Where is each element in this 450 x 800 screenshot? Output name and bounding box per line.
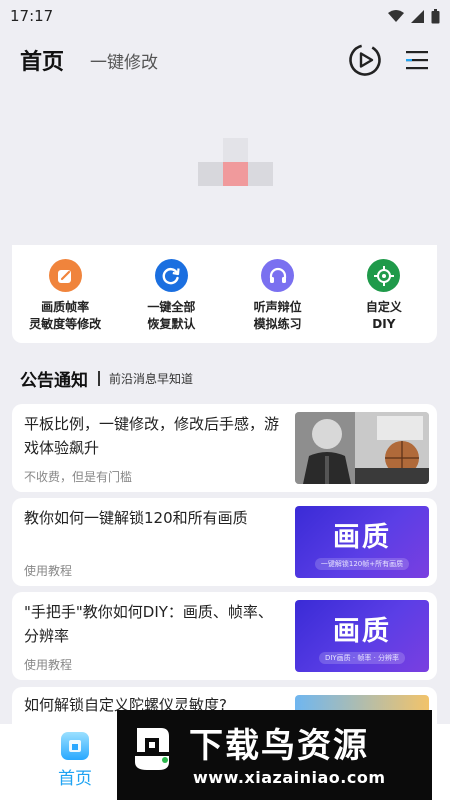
article-subtitle: 使用教程 (24, 564, 73, 578)
nav-home[interactable]: 首页 (50, 732, 100, 789)
crosshair-icon (367, 259, 401, 292)
notice-title: 公告通知 (20, 371, 88, 391)
tool-sound-practice[interactable]: 听声辩位 模拟练习 (228, 259, 328, 333)
article-card[interactable]: 教你如何一键解锁120和所有画质 使用教程 画质 一键解锁120帧+所有画质 (12, 498, 437, 586)
tool-reset-default[interactable]: 一键全部 恢复默认 (121, 259, 221, 333)
battery-icon (431, 8, 440, 23)
tool-label: 灵敏度等修改 (29, 317, 102, 331)
tool-label: 听声辩位 (253, 300, 302, 314)
tool-label: 自定义 (365, 300, 402, 314)
tool-label: 模拟练习 (253, 317, 302, 331)
page-subtitle[interactable]: 一键修改 (90, 48, 158, 73)
page-title: 首页 (20, 50, 65, 75)
article-thumbnail: 画质 一键解锁120帧+所有画质 (295, 506, 429, 578)
article-thumbnail: 画质 DIY画质 · 帧率 · 分辨率 (295, 600, 429, 672)
article-title: "手把手"教你如何DIY：画质、帧率、分辨率 (24, 603, 273, 645)
app-header: 首页 一键修改 (0, 36, 450, 84)
headphones-icon (261, 259, 295, 292)
article-title: 教你如何一键解锁120和所有画质 (24, 509, 248, 527)
article-card[interactable]: "手把手"教你如何DIY：画质、帧率、分辨率 使用教程 画质 DIY画质 · 帧… (12, 592, 437, 680)
banner-image[interactable] (198, 138, 274, 186)
watermark: 下载鸟资源 www.xiazainiao.com (117, 710, 432, 800)
article-title: 平板比例，一键修改，修改后手感，游戏体验飙升 (24, 415, 280, 457)
bird-logo-icon (135, 728, 169, 770)
edit-icon (48, 259, 82, 292)
home-icon (61, 732, 89, 760)
thumb-big-text: 画质 (333, 521, 391, 553)
nav-home-label: 首页 (58, 769, 92, 789)
divider (98, 371, 100, 386)
tool-label: 一键全部 (147, 300, 196, 314)
article-subtitle: 使用教程 (24, 658, 73, 672)
tool-label: DIY (372, 317, 396, 331)
tool-label: 画质帧率 (41, 300, 90, 314)
article-card[interactable]: 平板比例，一键修改，修改后手感，游戏体验飙升 不收费，但是有门槛 (12, 404, 437, 492)
notice-subtitle: 前沿消息早知道 (109, 372, 194, 386)
tool-custom-diy[interactable]: 自定义 DIY (334, 259, 434, 333)
article-subtitle: 不收费，但是有门槛 (24, 470, 133, 484)
header-actions (348, 43, 430, 77)
refresh-icon (154, 259, 188, 292)
tool-quality-fps[interactable]: 画质帧率 灵敏度等修改 (15, 259, 115, 333)
play-circle-icon[interactable] (348, 43, 382, 77)
menu-icon[interactable] (404, 47, 430, 73)
article-thumbnail (295, 412, 429, 484)
thumb-big-text: 画质 (333, 615, 391, 647)
tool-label: 恢复默认 (147, 317, 196, 331)
watermark-url: www.xiazainiao.com (193, 768, 386, 787)
status-time: 17:17 (10, 7, 54, 25)
watermark-title: 下载鸟资源 (189, 726, 369, 766)
signal-icon (411, 9, 424, 23)
status-bar: 17:17 (0, 0, 450, 32)
wifi-icon (388, 9, 404, 22)
thumb-small-text: 一键解锁120帧+所有画质 (314, 557, 410, 570)
thumb-small-text: DIY画质 · 帧率 · 分辨率 (318, 651, 406, 664)
tools-panel: 画质帧率 灵敏度等修改 一键全部 恢复默认 听声辩位 模拟练习 自定义 DIY (12, 245, 437, 343)
status-icons (388, 8, 440, 24)
notice-header: 公告通知 前沿消息早知道 (20, 366, 193, 391)
